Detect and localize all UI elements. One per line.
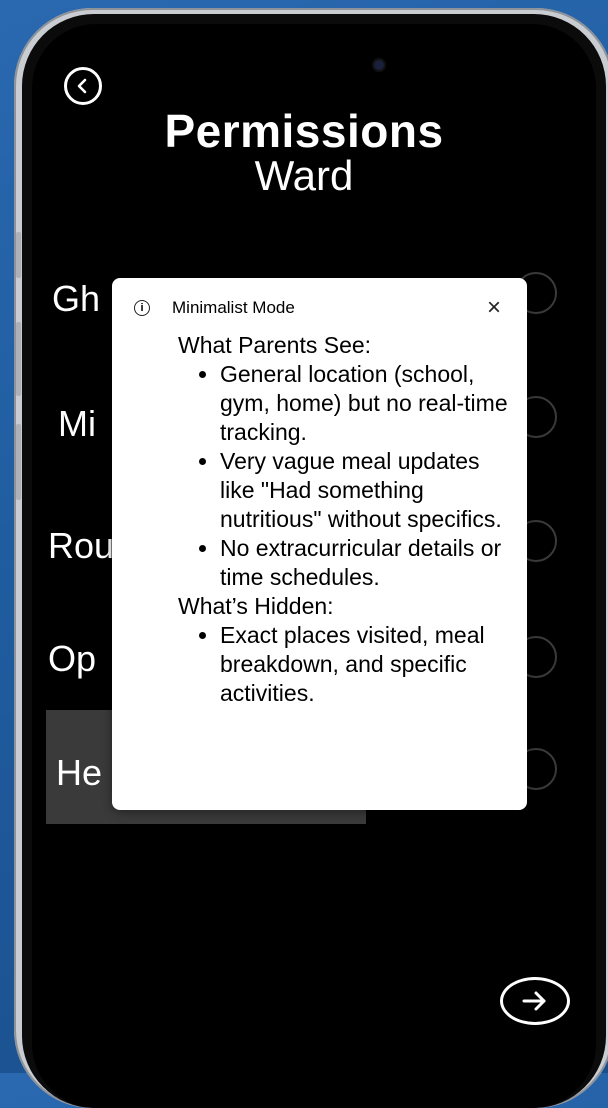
list-item: Exact places visited, meal breakdown, an… bbox=[220, 621, 518, 708]
parents-see-list: General location (school, gym, home) but… bbox=[178, 360, 518, 592]
close-button[interactable]: × bbox=[487, 296, 501, 320]
page-subtitle: Ward bbox=[254, 152, 354, 199]
option-ghost-label[interactable]: Gh bbox=[52, 278, 100, 320]
option-open-label[interactable]: Op bbox=[48, 638, 96, 680]
page-title: Permissions bbox=[164, 105, 444, 157]
option-routine-label[interactable]: Rou bbox=[48, 525, 114, 567]
section-heading: What Parents See: bbox=[178, 332, 372, 358]
back-button[interactable] bbox=[64, 67, 102, 105]
list-item: No extracurricular details or time sched… bbox=[220, 534, 518, 592]
option-health-label[interactable]: He bbox=[56, 752, 102, 794]
list-item: General location (school, gym, home) but… bbox=[220, 360, 518, 447]
phone-side-button bbox=[16, 424, 21, 500]
popup-body: What Parents See: General location (scho… bbox=[178, 331, 518, 708]
section-heading: What’s Hidden: bbox=[178, 593, 334, 619]
info-icon: i bbox=[134, 300, 150, 316]
phone-side-button bbox=[16, 232, 21, 278]
camera-icon bbox=[374, 60, 384, 70]
next-button[interactable] bbox=[500, 977, 570, 1025]
phone-side-button bbox=[16, 322, 21, 396]
popup-header: i Minimalist Mode bbox=[134, 298, 295, 318]
hidden-list: Exact places visited, meal breakdown, an… bbox=[178, 621, 518, 708]
next-arrow-circle-icon bbox=[522, 991, 546, 1011]
popup-title: Minimalist Mode bbox=[172, 298, 295, 317]
info-popup: i Minimalist Mode × What Parents See: Ge… bbox=[112, 278, 527, 810]
back-arrow-circle-icon bbox=[77, 78, 87, 94]
option-minimalist-label[interactable]: Mi bbox=[58, 403, 96, 445]
list-item: Very vague meal updates like "Had someth… bbox=[220, 447, 518, 534]
